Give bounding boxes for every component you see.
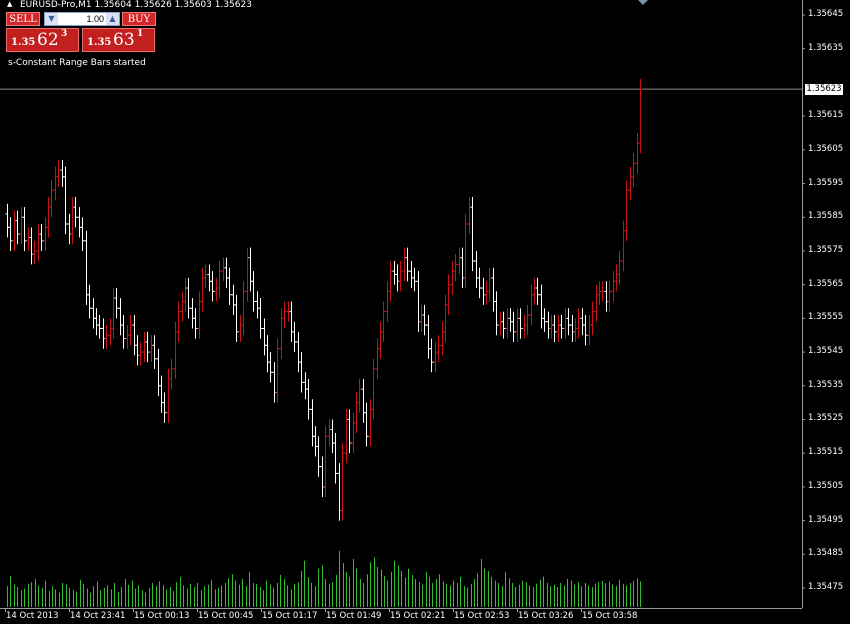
buy-price-quote[interactable]: 1.35 63 1	[82, 28, 155, 52]
time-axis-label: 14 Oct 2013	[6, 611, 59, 621]
lot-increase-arrow-icon[interactable]: ▲	[106, 13, 119, 25]
price-axis-label: 1.35585	[808, 211, 844, 222]
sell-price-prefix: 1.35	[11, 37, 36, 48]
price-axis-label: 1.35645	[808, 9, 844, 19]
price-axis-label: 1.35505	[808, 480, 844, 491]
sell-price-pips: 62	[37, 30, 59, 50]
lot-decrease-arrow-icon[interactable]: ▼	[45, 13, 58, 25]
current-price-tag: 1.35623	[805, 84, 843, 95]
price-axis-label: 1.35575	[808, 244, 844, 255]
buy-price-prefix: 1.35	[87, 37, 112, 48]
sell-price-fraction: 3	[61, 29, 68, 39]
time-axis-label: 15 Oct 00:45	[198, 611, 254, 621]
buy-price-fraction: 1	[137, 29, 144, 39]
one-click-trading-panel: SELL ▼ 1.00 ▲ BUY 1.35 62 3 1.35 63 1	[6, 10, 156, 54]
time-axis-label: 15 Oct 03:26	[518, 611, 574, 621]
symbol-menu-arrow-icon[interactable]: ▲	[7, 0, 12, 8]
time-axis-label: 14 Oct 23:41	[70, 611, 126, 621]
time-axis-label: 15 Oct 02:21	[390, 611, 446, 621]
price-axis-label: 1.35525	[808, 413, 844, 424]
price-chart[interactable]	[0, 0, 850, 624]
time-axis-label: 15 Oct 01:49	[326, 611, 382, 621]
price-axis-label: 1.35475	[808, 582, 844, 592]
price-axis-label: 1.35495	[808, 514, 844, 525]
time-axis-label: 15 Oct 03:58	[582, 611, 638, 621]
price-axis-label: 1.35545	[808, 346, 844, 357]
lot-size-value[interactable]: 1.00	[86, 13, 104, 25]
price-axis-label: 1.35515	[808, 447, 844, 458]
time-axis-label: 15 Oct 02:53	[454, 611, 510, 621]
buy-price-pips: 63	[113, 30, 135, 50]
price-axis-label: 1.35485	[808, 548, 844, 559]
price-axis-label: 1.35615	[808, 110, 844, 121]
price-axis-label: 1.35535	[808, 379, 844, 390]
price-axis-label: 1.35635	[808, 42, 844, 53]
time-axis-label: 15 Oct 01:17	[262, 611, 318, 621]
price-axis-label: 1.35595	[808, 177, 844, 188]
price-axis-label: 1.35605	[808, 143, 844, 154]
chart-title: EURUSD-Pro,M1 1.35604 1.35626 1.35603 1.…	[20, 0, 252, 10]
buy-button[interactable]: BUY	[122, 12, 156, 26]
price-axis-label: 1.35565	[808, 278, 844, 289]
time-axis-label: 15 Oct 00:13	[134, 611, 190, 621]
sell-button[interactable]: SELL	[6, 12, 40, 26]
lot-size-field[interactable]: ▼ 1.00 ▲	[44, 12, 120, 26]
indicator-status-message: s-Constant Range Bars started	[8, 58, 146, 68]
price-axis-label: 1.35555	[808, 312, 844, 323]
sell-price-quote[interactable]: 1.35 62 3	[6, 28, 79, 52]
